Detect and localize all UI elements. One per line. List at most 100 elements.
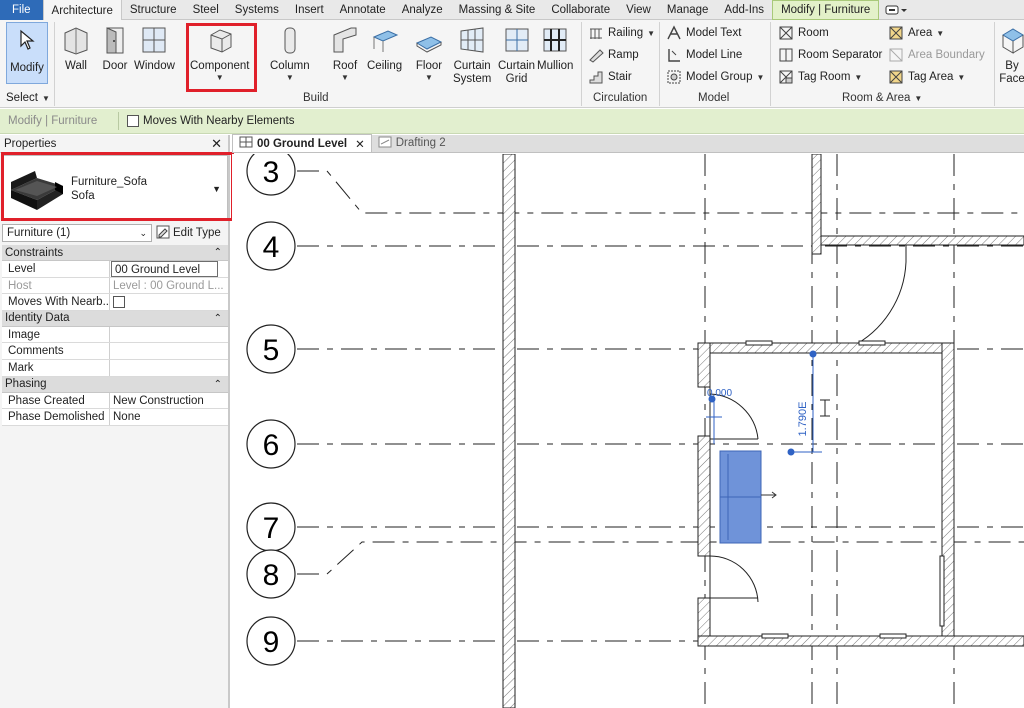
ribbon-tab-file[interactable]: File (0, 0, 43, 20)
collapse-chevron-icon[interactable]: ⌃ (214, 379, 222, 390)
curtain-system-button[interactable]: Curtain System (453, 24, 491, 86)
grid-bubble[interactable]: 9 (246, 616, 296, 666)
grid-bubble[interactable]: 6 (246, 419, 296, 469)
wall-icon (61, 24, 91, 56)
moves-with-nearby-property-checkbox[interactable] (113, 296, 125, 309)
grid-bubble[interactable]: 8 (246, 549, 296, 599)
model-panel-label: Model (698, 92, 730, 104)
view-tab-bar: 00 Ground Level ✕ Drafting 2 (232, 134, 1024, 153)
ribbon-tab-analyze[interactable]: Analyze (394, 0, 451, 20)
dimension-lock-icon[interactable] (820, 399, 830, 417)
property-name: Phase Created (2, 392, 110, 409)
collapse-chevron-icon[interactable]: ⌃ (214, 247, 222, 258)
wall-button[interactable]: Wall (61, 24, 91, 73)
model-line-button[interactable]: Model Line (666, 46, 742, 64)
ribbon-tab-annotate[interactable]: Annotate (332, 0, 394, 20)
grid-bubble[interactable]: 3 (246, 154, 296, 196)
window-button[interactable]: Window (134, 24, 175, 73)
model-group-button[interactable]: Model Group ▼ (666, 68, 764, 86)
component-icon (205, 24, 235, 56)
property-group-header[interactable]: Identity Data ⌃ (2, 310, 228, 327)
ribbon-tab-systems[interactable]: Systems (227, 0, 287, 20)
close-icon[interactable]: ✕ (211, 136, 222, 152)
column-button[interactable]: Column ▼ (270, 24, 310, 82)
chevron-down-icon: ⌄ (139, 227, 147, 238)
ribbon-tab-architecture[interactable]: Architecture (42, 0, 122, 21)
drawing-canvas[interactable]: 3 4 5 6 78 9 1.790E 0.000 (232, 154, 1024, 708)
door-button[interactable]: Door (100, 24, 130, 73)
area-boundary-button[interactable]: Area Boundary (888, 46, 985, 64)
type-selector[interactable]: Furniture_Sofa Sofa ▼ (2, 155, 228, 221)
panel-divider (659, 22, 660, 106)
moves-with-nearby-checkbox[interactable] (127, 115, 139, 127)
component-button[interactable]: Component ▼ (190, 24, 249, 82)
ribbon-tab-collaborate[interactable]: Collaborate (543, 0, 618, 20)
door-left-lower[interactable] (709, 555, 759, 603)
property-value[interactable]: 00 Ground Level (111, 261, 218, 277)
floor-plan[interactable]: 3 4 5 6 78 9 1.790E 0.000 (232, 154, 1024, 708)
property-group-header[interactable]: Phasing ⌃ (2, 376, 228, 393)
chevron-down-icon[interactable]: ▼ (212, 184, 221, 194)
ribbon-minimize-icon[interactable] (879, 0, 913, 20)
mullion-button[interactable]: Mullion (537, 24, 573, 73)
collapse-chevron-icon[interactable]: ⌃ (214, 313, 222, 324)
railing-button[interactable]: Railing ▼ (588, 24, 655, 42)
property-value[interactable] (110, 343, 228, 359)
ribbon-tab-manage[interactable]: Manage (659, 0, 717, 20)
panel-divider (54, 22, 55, 106)
ribbon-tab-insert[interactable]: Insert (287, 0, 332, 20)
tag-area-button[interactable]: Tag Area ▼ (888, 68, 965, 86)
property-value[interactable] (110, 360, 228, 376)
ribbon-tab-view[interactable]: View (618, 0, 659, 20)
view-tab-active[interactable]: 00 Ground Level ✕ (232, 134, 372, 152)
property-row: Comments (2, 343, 228, 360)
room-icon (778, 25, 794, 41)
ribbon-tab-massing-site[interactable]: Massing & Site (451, 0, 544, 20)
ribbon-tab-modify-furniture[interactable]: Modify | Furniture (772, 0, 880, 20)
panel-divider (581, 22, 582, 106)
property-value[interactable]: New Construction (110, 393, 228, 409)
edit-type-button[interactable]: Edit Type (156, 225, 221, 242)
area-button[interactable]: Area ▼ (888, 24, 944, 42)
room-button[interactable]: Room (778, 24, 829, 42)
modify-button[interactable]: Modify (6, 22, 48, 84)
door-upper[interactable] (850, 244, 907, 348)
grid-bubble[interactable]: 4 (246, 221, 296, 271)
ribbon-tab-structure[interactable]: Structure (122, 0, 185, 20)
chevron-down-icon: ▼ (957, 72, 966, 82)
property-value[interactable] (110, 327, 228, 343)
by-face-button[interactable]: By Face (997, 24, 1024, 86)
ribbon-tab-bar: File Architecture Structure Steel Systems Ins… (0, 0, 1024, 21)
property-group-header[interactable]: Constraints ⌃ (2, 245, 228, 261)
grid-bubble[interactable]: 5 (246, 324, 296, 374)
wall-upper-room[interactable] (811, 154, 1024, 255)
ramp-button[interactable]: Ramp (588, 46, 639, 64)
view-tab[interactable]: Drafting 2 (372, 134, 452, 152)
type-name: Sofa (71, 190, 95, 202)
stair-button[interactable]: Stair (588, 68, 632, 86)
model-text-button[interactable]: Model Text (666, 24, 741, 42)
grid-bubble[interactable]: 7 (246, 502, 296, 552)
sofa-selected[interactable] (719, 450, 777, 544)
select-dropdown[interactable]: Select ▼ (6, 92, 50, 104)
property-value[interactable]: None (110, 409, 228, 425)
room-area-panel-dropdown[interactable]: Room & Area ▼ (842, 92, 922, 104)
panel-divider (770, 22, 771, 106)
property-value[interactable] (110, 294, 228, 310)
property-name: Moves With Nearb... (2, 294, 110, 310)
dimension-horizontal-label[interactable]: 0.000 (707, 388, 732, 399)
chevron-down-icon: ▼ (215, 73, 224, 82)
dimension-vertical-label[interactable]: 1.790E (797, 402, 809, 437)
room-separator-button[interactable]: Room Separator (778, 46, 882, 64)
close-icon[interactable]: ✕ (355, 137, 365, 151)
curtain-grid-button[interactable]: Curtain Grid (498, 24, 535, 86)
roof-button[interactable]: Roof ▼ (330, 24, 360, 82)
wall-left-long[interactable] (502, 154, 516, 708)
instance-filter-select[interactable]: Furniture (1) ⌄ (2, 224, 152, 242)
chevron-down-icon: ▼ (914, 93, 923, 103)
ceiling-button[interactable]: Ceiling (367, 24, 402, 73)
tag-room-button[interactable]: Tag Room ▼ (778, 68, 862, 86)
ribbon-tab-add-ins[interactable]: Add-Ins (716, 0, 772, 20)
floor-button[interactable]: Floor ▼ (414, 24, 444, 82)
ribbon-tab-steel[interactable]: Steel (185, 0, 227, 20)
